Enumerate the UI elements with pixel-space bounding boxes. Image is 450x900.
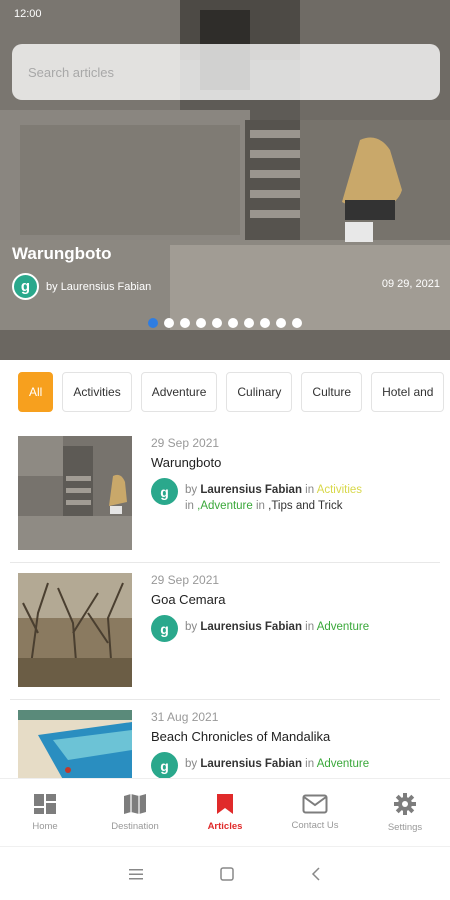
carousel-indicator[interactable]: [148, 318, 302, 328]
article-byline: by Laurensius Fabian in Adventure: [185, 621, 370, 633]
nav-label: Home: [32, 820, 58, 832]
status-bar-time: 12:00: [14, 8, 42, 20]
article-author[interactable]: Laurensius Fabian: [200, 484, 302, 496]
article-meta: g by Laurensius Fabian in Adventure: [151, 615, 369, 642]
back-chevron-icon[interactable]: [311, 866, 321, 881]
category-chip-activities[interactable]: Activities: [62, 372, 132, 412]
hero-carousel[interactable]: 12:00 Warungboto g by Laurensius Fabian …: [0, 0, 450, 360]
nav-label: Settings: [387, 821, 423, 833]
author-avatar: g: [151, 752, 178, 778]
bookmark-icon: [217, 793, 233, 814]
hero-author-text: by Laurensius Fabian: [46, 280, 152, 293]
nav-home[interactable]: Home: [0, 779, 90, 845]
article-author[interactable]: Laurensius Fabian: [200, 758, 302, 770]
article-category-link[interactable]: ,Tips and Trick: [268, 500, 342, 512]
map-icon: [124, 793, 146, 814]
system-navigation-bar: [0, 846, 450, 900]
carousel-dot[interactable]: [276, 318, 286, 328]
article-category-link[interactable]: Adventure: [317, 758, 369, 770]
carousel-dot[interactable]: [196, 318, 206, 328]
article-title[interactable]: Goa Cemara: [151, 592, 225, 607]
nav-contact-us[interactable]: Contact Us: [270, 779, 360, 845]
search-bar[interactable]: [12, 44, 440, 100]
carousel-dot[interactable]: [180, 318, 190, 328]
carousel-dot[interactable]: [260, 318, 270, 328]
gear-icon: [394, 792, 416, 815]
carousel-dot[interactable]: [212, 318, 222, 328]
article-author[interactable]: Laurensius Fabian: [200, 621, 302, 633]
category-chip-all[interactable]: All: [18, 372, 54, 412]
nav-articles[interactable]: Articles: [180, 779, 270, 845]
nav-label: Contact Us: [291, 819, 339, 831]
article-date: 31 Aug 2021: [151, 710, 219, 724]
nav-settings[interactable]: Settings: [360, 779, 450, 845]
carousel-dot[interactable]: [244, 318, 254, 328]
article-card[interactable]: 29 Sep 2021 Goa Cemara g by Laurensius F…: [10, 563, 440, 700]
home-square-icon[interactable]: [220, 866, 234, 881]
article-card[interactable]: 31 Aug 2021 Beach Chronicles of Mandalik…: [10, 700, 440, 778]
article-list: 29 Sep 2021 Warungboto g by Laurensius F…: [0, 426, 450, 778]
article-card[interactable]: 29 Sep 2021 Warungboto g by Laurensius F…: [10, 426, 440, 563]
dashboard-icon: [34, 793, 56, 814]
hero-author: g by Laurensius Fabian: [12, 273, 151, 300]
article-meta: g by Laurensius Fabian in Activities in …: [151, 478, 362, 514]
article-byline: by Laurensius Fabian in Adventure: [185, 758, 370, 770]
article-title[interactable]: Warungboto: [151, 455, 221, 470]
carousel-dot[interactable]: [228, 318, 238, 328]
hero-date: 09 29, 2021: [381, 278, 440, 290]
bottom-navigation: Home Destination Articles Contact Us Set…: [0, 778, 450, 845]
nav-label: Destination: [111, 820, 159, 832]
article-title[interactable]: Beach Chronicles of Mandalika: [151, 729, 330, 744]
article-thumbnail[interactable]: [18, 436, 132, 550]
article-date: 29 Sep 2021: [151, 573, 220, 587]
hero-title[interactable]: Warungboto: [12, 244, 111, 264]
article-category-link[interactable]: ,Adventure: [197, 500, 253, 512]
article-category-link[interactable]: Activities: [317, 484, 362, 496]
author-avatar: g: [12, 273, 39, 300]
article-thumbnail[interactable]: [18, 573, 132, 687]
author-avatar: g: [151, 615, 178, 642]
author-avatar: g: [151, 478, 178, 505]
category-chip-culture[interactable]: Culture: [301, 372, 363, 412]
article-meta: g by Laurensius Fabian in Adventure: [151, 752, 369, 778]
nav-label: Articles: [207, 820, 243, 832]
mail-icon: [302, 794, 328, 813]
menu-icon[interactable]: [128, 868, 143, 880]
article-byline: by Laurensius Fabian in Activities in ,A…: [185, 484, 363, 512]
category-filter: All Activities Adventure Culinary Cultur…: [18, 372, 450, 412]
article-thumbnail[interactable]: [18, 710, 132, 778]
nav-destination[interactable]: Destination: [90, 779, 180, 845]
article-date: 29 Sep 2021: [151, 436, 220, 450]
carousel-dot[interactable]: [164, 318, 174, 328]
article-category-link[interactable]: Adventure: [317, 621, 369, 633]
category-chip-culinary[interactable]: Culinary: [226, 372, 293, 412]
category-chip-adventure[interactable]: Adventure: [140, 372, 218, 412]
carousel-dot[interactable]: [292, 318, 302, 328]
search-input[interactable]: [28, 64, 424, 80]
category-chip-hotel[interactable]: Hotel and: [371, 372, 445, 412]
carousel-dot[interactable]: [148, 318, 158, 328]
